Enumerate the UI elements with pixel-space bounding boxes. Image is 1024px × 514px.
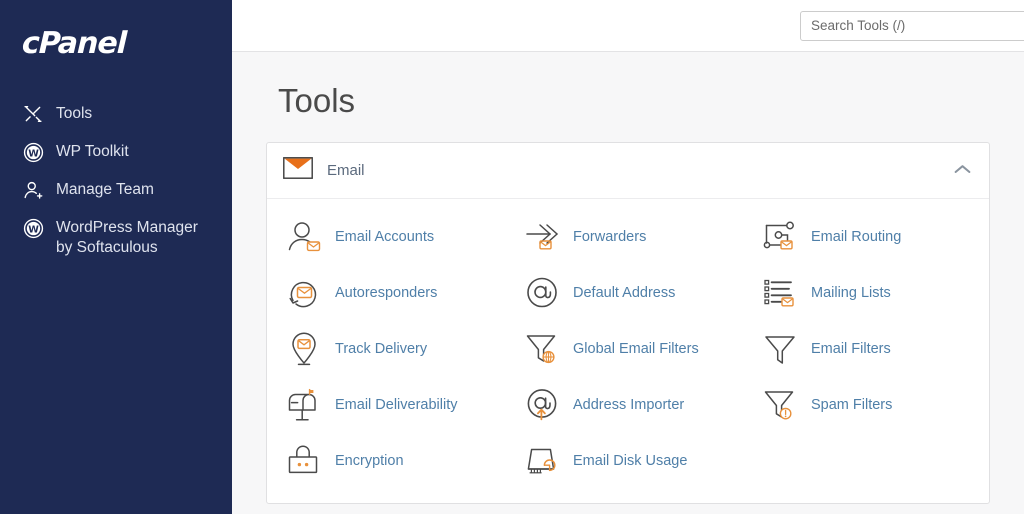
sidebar-item-wp-toolkit[interactable]: W WP Toolkit	[0, 133, 232, 171]
encryption-icon	[283, 441, 327, 481]
sidebar-item-label: Tools	[56, 105, 93, 122]
tool-label: Email Filters	[811, 341, 891, 357]
autoresponders-icon	[283, 273, 327, 313]
tool-label: Email Routing	[811, 229, 902, 245]
sidebar-item-label: WordPress Manager by Softaculous	[56, 219, 198, 256]
sidebar-item-label: WP Toolkit	[56, 143, 129, 160]
tool-label: Email Accounts	[335, 229, 435, 245]
tool-email-filters[interactable]: Email Filters	[747, 321, 985, 377]
mailing-lists-icon	[759, 273, 803, 313]
sidebar: cPanel Tools W WP Toolkit Manage Team W …	[0, 0, 232, 514]
tool-label: Autoresponders	[335, 285, 438, 301]
forwarders-icon	[521, 217, 565, 257]
tool-email-routing[interactable]: Email Routing	[747, 209, 985, 265]
email-accounts-icon	[283, 217, 327, 257]
email-panel-header[interactable]: Email	[267, 143, 989, 199]
chevron-up-icon[interactable]	[954, 162, 971, 180]
tool-forwarders[interactable]: Forwarders	[509, 209, 747, 265]
tool-label: Email Deliverability	[335, 397, 458, 413]
wordpress-icon: W	[20, 141, 46, 163]
default-address-icon	[521, 273, 565, 313]
address-importer-icon	[521, 385, 565, 425]
sidebar-item-label: Manage Team	[56, 181, 154, 198]
main-area: Tools Email	[232, 0, 1024, 514]
tool-track-delivery[interactable]: Track Delivery	[271, 321, 509, 377]
cpanel-app: cPanel Tools W WP Toolkit Manage Team W …	[0, 0, 1024, 514]
email-panel: Email Email Accounts Forwarders Email Ro…	[266, 142, 990, 504]
email-filters-icon	[759, 329, 803, 369]
tool-label: Forwarders	[573, 229, 647, 245]
sidebar-item-wordpress-manager[interactable]: W WordPress Manager by Softaculous	[0, 209, 232, 266]
spam-filters-icon	[759, 385, 803, 425]
tool-mailing-lists[interactable]: Mailing Lists	[747, 265, 985, 321]
email-panel-title: Email	[327, 162, 365, 179]
search-container	[800, 10, 1024, 41]
svg-text:W: W	[28, 148, 39, 159]
email-tools-grid: Email Accounts Forwarders Email Routing …	[267, 199, 989, 503]
tools-icon	[20, 103, 46, 125]
tool-label: Email Disk Usage	[573, 453, 688, 469]
tool-label: Address Importer	[573, 397, 685, 413]
tool-autoresponders[interactable]: Autoresponders	[271, 265, 509, 321]
tool-label: Encryption	[335, 453, 404, 469]
tool-email-accounts[interactable]: Email Accounts	[271, 209, 509, 265]
tool-global-email-filters[interactable]: Global Email Filters	[509, 321, 747, 377]
tool-label: Global Email Filters	[573, 341, 699, 357]
top-bar	[232, 0, 1024, 52]
global-email-filters-icon	[521, 329, 565, 369]
tool-email-deliverability[interactable]: Email Deliverability	[271, 377, 509, 433]
page-title: Tools	[278, 82, 356, 119]
sidebar-nav: Tools W WP Toolkit Manage Team W WordPre…	[0, 95, 232, 266]
tool-email-disk-usage[interactable]: Email Disk Usage	[509, 433, 747, 489]
email-routing-icon	[759, 217, 803, 257]
email-disk-usage-icon	[521, 441, 565, 481]
tool-address-importer[interactable]: Address Importer	[509, 377, 747, 433]
tool-encryption[interactable]: Encryption	[271, 433, 509, 489]
tool-default-address[interactable]: Default Address	[509, 265, 747, 321]
content-area: Tools Email Email Accounts Forwarders Em…	[232, 52, 1024, 514]
manage-team-icon	[20, 179, 46, 201]
svg-text:W: W	[28, 224, 39, 235]
tool-label: Track Delivery	[335, 341, 428, 357]
search-input[interactable]	[800, 10, 1024, 41]
cpanel-logo: cPanel	[21, 26, 127, 61]
sidebar-item-manage-team[interactable]: Manage Team	[0, 171, 232, 209]
tool-label: Default Address	[573, 285, 676, 301]
sidebar-item-tools[interactable]: Tools	[0, 95, 232, 133]
tool-label: Spam Filters	[811, 397, 893, 413]
wordpress-icon: W	[20, 217, 46, 239]
tool-spam-filters[interactable]: Spam Filters	[747, 377, 985, 433]
track-delivery-icon	[283, 329, 327, 369]
tool-label: Mailing Lists	[811, 285, 891, 301]
envelope-icon	[283, 157, 313, 184]
email-deliverability-icon	[283, 385, 327, 425]
